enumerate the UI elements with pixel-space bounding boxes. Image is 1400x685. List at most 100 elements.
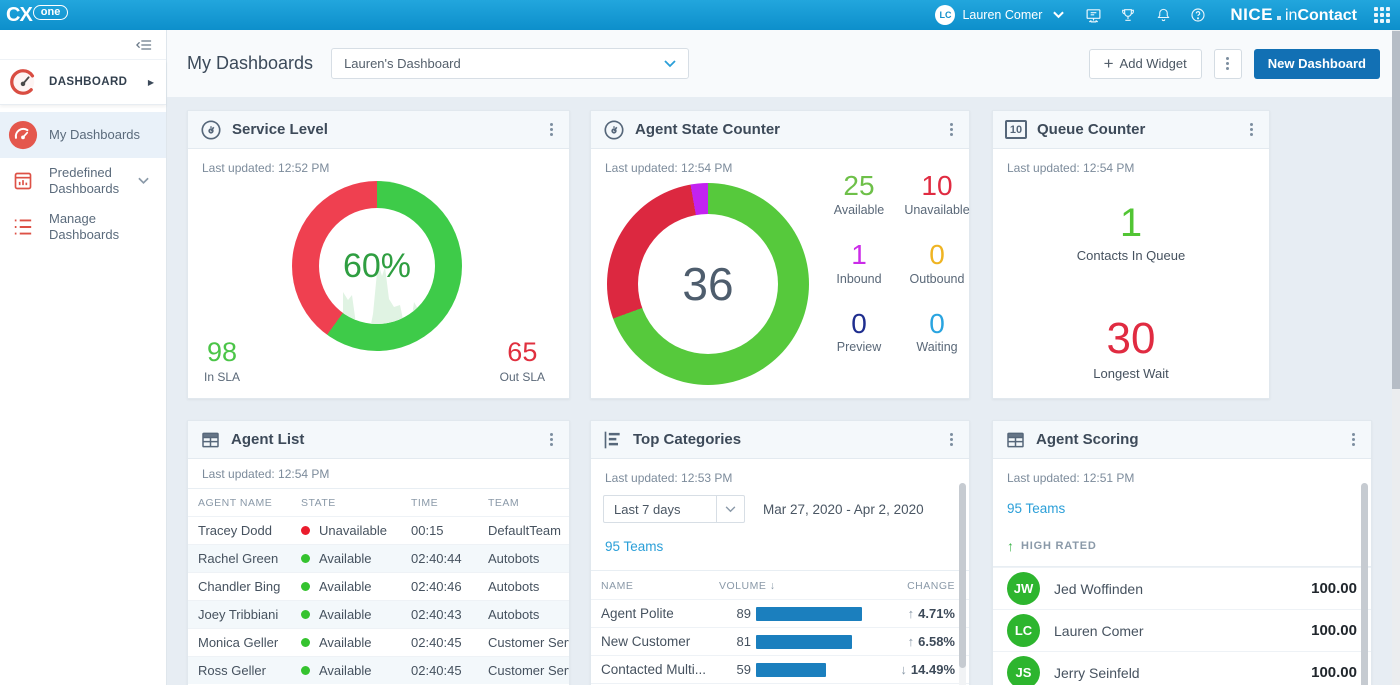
col-agent-name[interactable]: AGENT NAME xyxy=(188,497,301,509)
sidebar-item-label: Predefined Dashboards xyxy=(49,165,127,198)
widget-kebab-menu[interactable] xyxy=(946,429,957,450)
sidebar-item-predefined-dashboards[interactable]: Predefined Dashboards xyxy=(0,158,166,204)
table-row: New Customer 81 ↑6.58% xyxy=(591,627,969,655)
user-avatar[interactable]: LC xyxy=(935,5,955,25)
sidebar-item-label: Manage Dashboards xyxy=(49,211,158,244)
widget-kebab-menu[interactable] xyxy=(1348,429,1359,450)
brand-contact: Contact xyxy=(1297,7,1357,25)
widget-kebab-menu[interactable] xyxy=(546,119,557,140)
predefined-dashboards-icon xyxy=(8,171,38,191)
col-time[interactable]: TIME xyxy=(411,497,488,509)
widget-agent-list: Agent List Last updated: 12:54 PM AGENT … xyxy=(187,420,570,685)
table-row: Contacted Multi... 59 ↓14.49% xyxy=(591,655,969,683)
cxone-logo: CX one xyxy=(6,4,68,27)
user-menu[interactable]: LC Lauren Comer xyxy=(935,5,1067,25)
avatar: JW xyxy=(1007,572,1040,605)
date-range-select[interactable]: Last 7 days xyxy=(603,495,745,523)
agent-list-header-row: AGENT NAME STATE TIME TEAM xyxy=(188,489,569,516)
agent-state-donut: 36 xyxy=(607,183,809,385)
table-row: Rachel Green Available 02:40:44 Autobots xyxy=(188,544,569,572)
top-categories-header-row: NAME VOLUME ↓ CHANGE xyxy=(591,573,969,599)
last-updated: Last updated: 12:54 PM xyxy=(188,459,569,489)
chevron-down-icon[interactable] xyxy=(1049,6,1067,24)
last-updated: Last updated: 12:53 PM xyxy=(591,459,969,485)
header-kebab-menu[interactable] xyxy=(1214,49,1242,79)
widget-agent-scoring: Agent Scoring Last updated: 12:51 PM 95 … xyxy=(992,420,1372,685)
col-volume[interactable]: VOLUME ↓ xyxy=(719,580,907,592)
table-row: Agent Polite 89 ↑4.71% xyxy=(591,599,969,627)
help-icon[interactable] xyxy=(1189,6,1207,24)
widget-kebab-menu[interactable] xyxy=(546,429,557,450)
volume-bar xyxy=(756,607,862,621)
add-widget-button[interactable]: + Add Widget xyxy=(1089,49,1202,79)
widget-kebab-menu[interactable] xyxy=(946,119,957,140)
plus-icon: + xyxy=(1104,54,1114,74)
teams-link[interactable]: 95 Teams xyxy=(605,539,663,554)
col-name[interactable]: NAME xyxy=(591,580,719,592)
sidebar-item-manage-dashboards[interactable]: Manage Dashboards xyxy=(0,204,166,250)
widget-title: Queue Counter xyxy=(1037,121,1236,138)
stat-inbound: 1 Inbound xyxy=(823,240,895,286)
trophy-icon[interactable] xyxy=(1119,6,1137,24)
table-row: Joey Tribbiani Available 02:40:43 Autobo… xyxy=(188,600,569,628)
table-row: Chandler Bing Available 02:40:46 Autobot… xyxy=(188,572,569,600)
user-name[interactable]: Lauren Comer xyxy=(962,8,1042,22)
scrollbar-thumb[interactable] xyxy=(1392,31,1400,389)
dashboard-content: Service Level Last updated: 12:52 PM 60%… xyxy=(167,97,1400,685)
change-up-icon: ↑ xyxy=(908,606,915,621)
last-updated: Last updated: 12:51 PM xyxy=(993,459,1371,485)
widget-scrollbar[interactable] xyxy=(959,483,966,685)
widget-title: Service Level xyxy=(232,121,536,138)
widget-queue-counter: 10 Queue Counter Last updated: 12:54 PM … xyxy=(992,110,1270,399)
service-level-donut: 60% xyxy=(292,181,462,351)
table-row: Tracey Dodd Unavailable 00:15 DefaultTea… xyxy=(188,516,569,544)
new-dashboard-button[interactable]: New Dashboard xyxy=(1254,49,1380,79)
table-row: Monica Geller Available 02:40:45 Custome… xyxy=(188,628,569,656)
avatar: JS xyxy=(1007,656,1040,685)
scrollbar-thumb[interactable] xyxy=(1361,483,1368,685)
apps-grid-icon[interactable] xyxy=(1374,7,1390,23)
stat-available: 25 Available xyxy=(823,171,895,217)
scrollbar-thumb[interactable] xyxy=(959,483,966,668)
manage-dashboards-icon xyxy=(8,218,38,236)
bell-icon[interactable] xyxy=(1154,6,1172,24)
arrow-up-icon: ↑ xyxy=(1007,538,1014,554)
state-dot xyxy=(301,554,310,563)
contacts-in-queue-label: Contacts In Queue xyxy=(993,248,1269,263)
date-range-value: Last 7 days xyxy=(604,502,716,517)
sort-desc-icon: ↓ xyxy=(770,580,776,592)
teams-link[interactable]: 95 Teams xyxy=(1007,501,1065,516)
in-sla-value: 98 xyxy=(204,337,240,368)
dashboard-gauge-icon xyxy=(8,67,38,97)
widget-scrollbar[interactable] xyxy=(1361,483,1368,685)
volume-bar xyxy=(756,663,826,677)
cxone-logo-cx: CX xyxy=(6,4,32,27)
sidebar-item-label: DASHBOARD xyxy=(49,76,137,88)
longest-wait-label: Longest Wait xyxy=(993,366,1269,381)
in-sla-stat: 98 In SLA xyxy=(204,337,240,384)
col-team[interactable]: TEAM xyxy=(488,497,569,509)
sidebar-item-my-dashboards[interactable]: My Dashboards xyxy=(0,112,166,158)
widget-title: Agent State Counter xyxy=(635,121,936,138)
brand-dot xyxy=(1277,16,1281,20)
sidebar-item-dashboard[interactable]: DASHBOARD ▶ xyxy=(0,60,166,105)
agent-state-total: 36 xyxy=(682,257,733,311)
table-row: Ross Geller Available 02:40:45 Customer … xyxy=(188,656,569,684)
presentation-icon[interactable] xyxy=(1084,6,1102,24)
sidebar-collapse-icon[interactable] xyxy=(136,39,152,51)
page-scrollbar[interactable] xyxy=(1392,30,1400,685)
chevron-down-icon xyxy=(664,60,676,68)
dashboard-select[interactable]: Lauren's Dashboard xyxy=(331,48,689,79)
counter-10-icon: 10 xyxy=(1005,120,1027,139)
widget-title: Agent Scoring xyxy=(1036,431,1338,448)
chevron-down-icon xyxy=(138,177,149,185)
list-item: JW Jed Woffinden 100.00 xyxy=(993,567,1371,609)
widget-kebab-menu[interactable] xyxy=(1246,119,1257,140)
agent-state-stats: 25 Available 10 Unavailable 1 Inbound 0 … xyxy=(823,171,973,354)
col-state[interactable]: STATE xyxy=(301,497,411,509)
change-down-icon: ↓ xyxy=(900,662,907,677)
avatar: LC xyxy=(1007,614,1040,647)
caret-right-icon: ▶ xyxy=(148,78,154,87)
stat-preview: 0 Preview xyxy=(823,309,895,355)
categories-bars-icon xyxy=(603,430,623,450)
